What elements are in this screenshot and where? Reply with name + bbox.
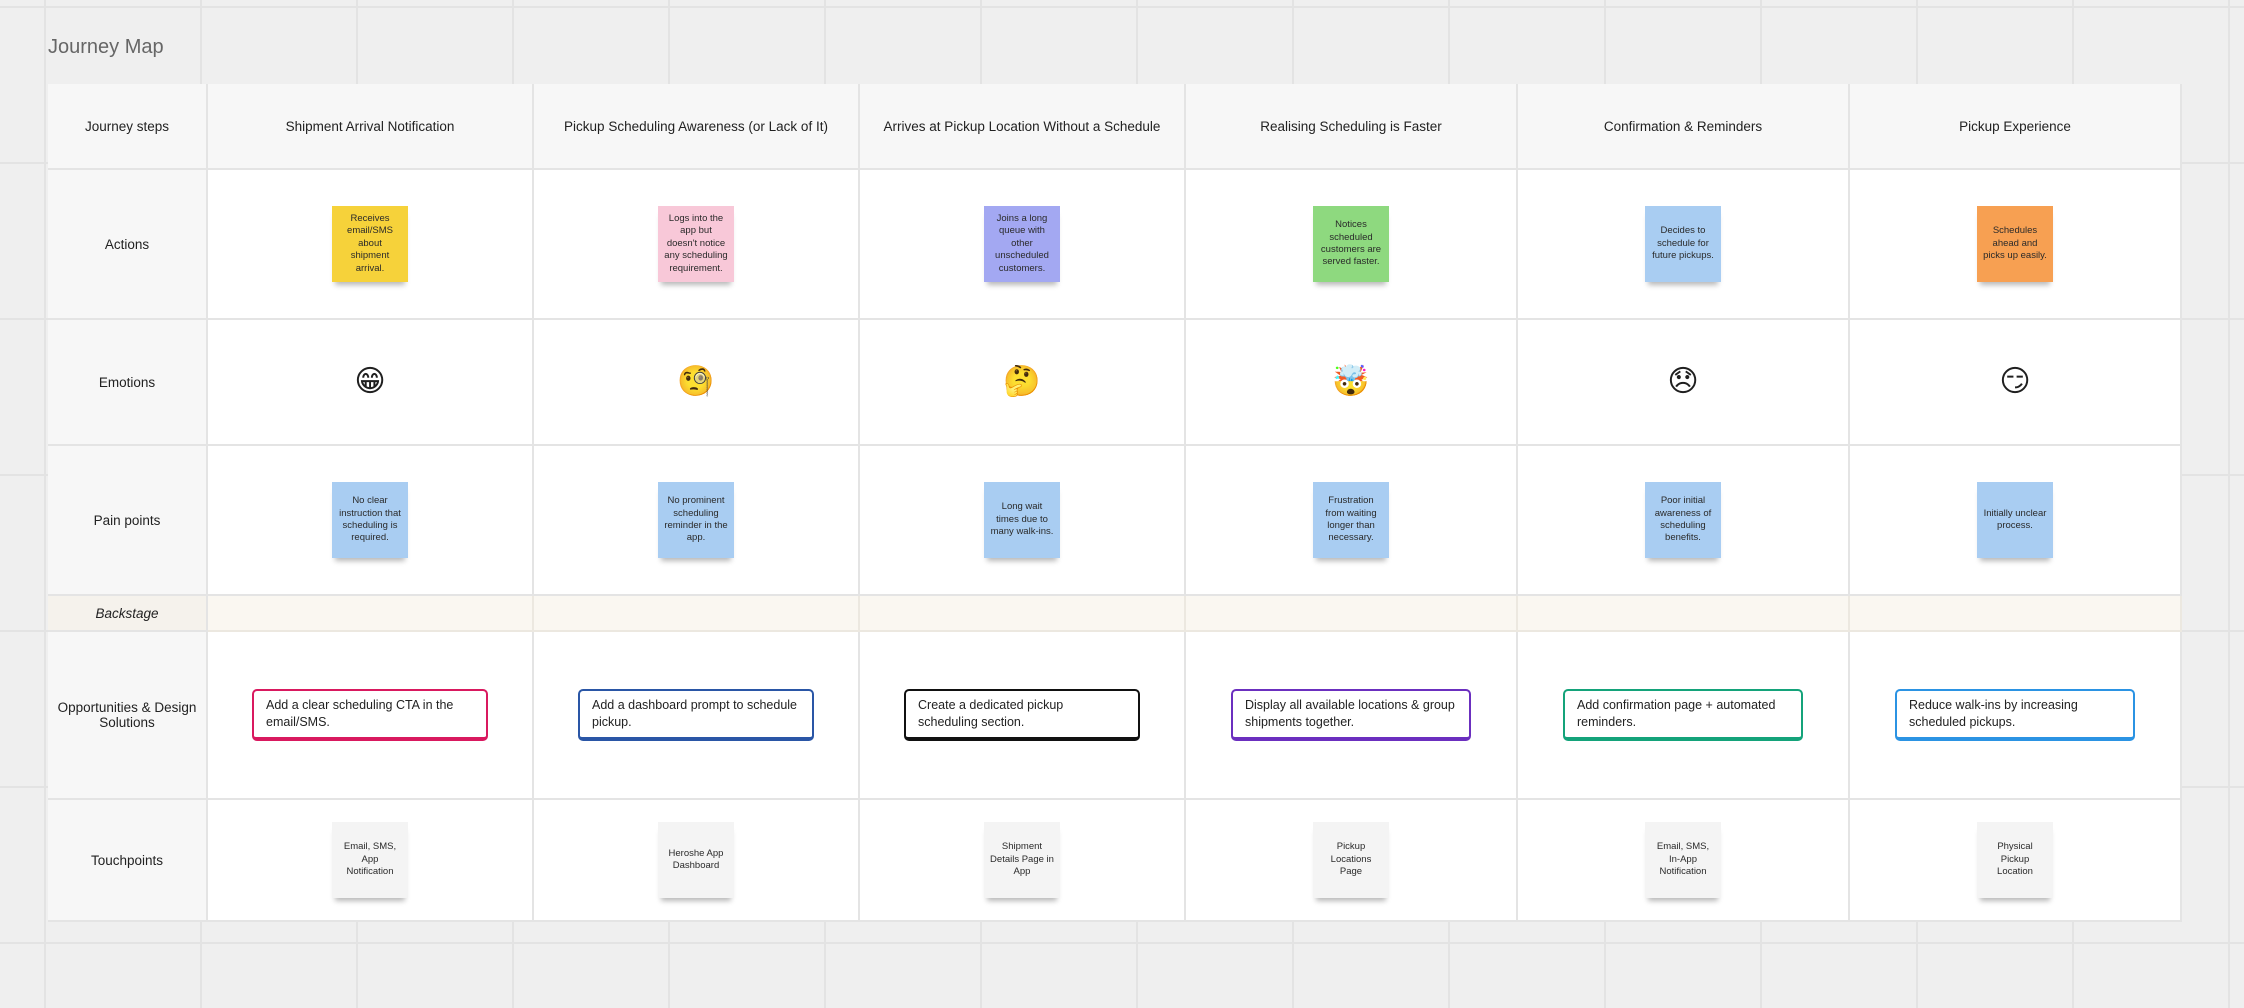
stage-header: Pickup Scheduling Awareness (or Lack of …	[534, 84, 860, 170]
touchpoints-cell: Email, SMS, App Notification	[208, 800, 534, 922]
pain-points-cell: No clear instruction that scheduling is …	[208, 446, 534, 596]
actions-cell: Notices scheduled customers are served f…	[1186, 170, 1518, 320]
stage-header: Arrives at Pickup Location Without a Sch…	[860, 84, 1186, 170]
touchpoints-cell: Email, SMS, In-App Notification	[1518, 800, 1850, 922]
opportunities-cell: Add a dashboard prompt to schedule picku…	[534, 632, 860, 800]
action-sticky-note[interactable]: Logs into the app but doesn't notice any…	[658, 206, 734, 282]
stage-header: Shipment Arrival Notification	[208, 84, 534, 170]
touchpoints-cell: Pickup Locations Page	[1186, 800, 1518, 922]
backstage-cell	[1518, 596, 1850, 632]
opportunity-card[interactable]: Add a dashboard prompt to schedule picku…	[578, 689, 814, 741]
emotions-cell: 😏	[1850, 320, 2182, 446]
emotions-cell: 🤯	[1186, 320, 1518, 446]
opportunities-cell: Add a clear scheduling CTA in the email/…	[208, 632, 534, 800]
touchpoint-sticky-note[interactable]: Physical Pickup Location	[1977, 822, 2053, 898]
touchpoint-sticky-note[interactable]: Pickup Locations Page	[1313, 822, 1389, 898]
actions-cell: Schedules ahead and picks up easily.	[1850, 170, 2182, 320]
touchpoints-cell: Shipment Details Page in App	[860, 800, 1186, 922]
action-sticky-note[interactable]: Notices scheduled customers are served f…	[1313, 206, 1389, 282]
actions-cell: Logs into the app but doesn't notice any…	[534, 170, 860, 320]
touchpoints-cell: Physical Pickup Location	[1850, 800, 2182, 922]
pain-points-cell: No prominent scheduling reminder in the …	[534, 446, 860, 596]
smirking-face-emoji-icon[interactable]: 😏	[1999, 367, 2030, 397]
opportunities-cell: Create a dedicated pickup scheduling sec…	[860, 632, 1186, 800]
row-label-actions: Actions	[48, 170, 208, 320]
monocle-face-emoji-icon[interactable]: 🧐	[677, 367, 714, 397]
backstage-cell	[1186, 596, 1518, 632]
row-label-pain-points: Pain points	[48, 446, 208, 596]
row-label-opportunities: Opportunities & Design Solutions	[48, 632, 208, 800]
actions-cell: Decides to schedule for future pickups.	[1518, 170, 1850, 320]
backstage-cell	[1850, 596, 2182, 632]
stage-header: Confirmation & Reminders	[1518, 84, 1850, 170]
opportunity-card[interactable]: Add a clear scheduling CTA in the email/…	[252, 689, 488, 741]
touchpoint-sticky-note[interactable]: Email, SMS, In-App Notification	[1645, 822, 1721, 898]
pain-point-sticky-note[interactable]: No clear instruction that scheduling is …	[332, 482, 408, 558]
opportunities-cell: Display all available locations & group …	[1186, 632, 1518, 800]
stage-header: Pickup Experience	[1850, 84, 2182, 170]
row-label-emotions: Emotions	[48, 320, 208, 446]
emotions-cell: 😁	[208, 320, 534, 446]
emotions-cell: 🤔	[860, 320, 1186, 446]
pain-points-cell: Poor initial awareness of scheduling ben…	[1518, 446, 1850, 596]
pain-point-sticky-note[interactable]: Initially unclear process.	[1977, 482, 2053, 558]
touchpoint-sticky-note[interactable]: Email, SMS, App Notification	[332, 822, 408, 898]
opportunity-card[interactable]: Reduce walk-ins by increasing scheduled …	[1895, 689, 2135, 741]
opportunities-cell: Add confirmation page + automated remind…	[1518, 632, 1850, 800]
thinking-face-emoji-icon[interactable]: 🤔	[1003, 367, 1040, 397]
stage-header: Realising Scheduling is Faster	[1186, 84, 1518, 170]
pain-points-cell: Frustration from waiting longer than nec…	[1186, 446, 1518, 596]
touchpoint-sticky-note[interactable]: Shipment Details Page in App	[984, 822, 1060, 898]
pain-point-sticky-note[interactable]: Poor initial awareness of scheduling ben…	[1645, 482, 1721, 558]
backstage-cell	[534, 596, 860, 632]
action-sticky-note[interactable]: Receives email/SMS about shipment arriva…	[332, 206, 408, 282]
pain-point-sticky-note[interactable]: Frustration from waiting longer than nec…	[1313, 482, 1389, 558]
actions-cell: Receives email/SMS about shipment arriva…	[208, 170, 534, 320]
action-sticky-note[interactable]: Schedules ahead and picks up easily.	[1977, 206, 2053, 282]
backstage-cell	[860, 596, 1186, 632]
opportunities-cell: Reduce walk-ins by increasing scheduled …	[1850, 632, 2182, 800]
touchpoint-sticky-note[interactable]: Heroshe App Dashboard	[658, 822, 734, 898]
action-sticky-note[interactable]: Joins a long queue with other unschedule…	[984, 206, 1060, 282]
action-sticky-note[interactable]: Decides to schedule for future pickups.	[1645, 206, 1721, 282]
emotions-cell: 😞	[1518, 320, 1850, 446]
journey-map-board: Journey steps Actions Emotions Pain poin…	[48, 84, 2182, 922]
touchpoints-cell: Heroshe App Dashboard	[534, 800, 860, 922]
pain-point-sticky-note[interactable]: Long wait times due to many walk-ins.	[984, 482, 1060, 558]
exploding-head-emoji-icon[interactable]: 🤯	[1332, 367, 1369, 397]
board-title: Journey Map	[48, 36, 164, 58]
opportunity-card[interactable]: Add confirmation page + automated remind…	[1563, 689, 1803, 741]
row-label-journey-steps: Journey steps	[48, 84, 208, 170]
pain-point-sticky-note[interactable]: No prominent scheduling reminder in the …	[658, 482, 734, 558]
pain-points-cell: Long wait times due to many walk-ins.	[860, 446, 1186, 596]
backstage-cell	[208, 596, 534, 632]
row-label-backstage: Backstage	[48, 596, 208, 632]
opportunity-card[interactable]: Create a dedicated pickup scheduling sec…	[904, 689, 1140, 741]
row-label-touchpoints: Touchpoints	[48, 800, 208, 922]
actions-cell: Joins a long queue with other unschedule…	[860, 170, 1186, 320]
opportunity-card[interactable]: Display all available locations & group …	[1231, 689, 1471, 741]
pain-points-cell: Initially unclear process.	[1850, 446, 2182, 596]
grinning-face-emoji-icon[interactable]: 😁	[354, 367, 385, 397]
disappointed-face-emoji-icon[interactable]: 😞	[1667, 367, 1698, 397]
emotions-cell: 🧐	[534, 320, 860, 446]
